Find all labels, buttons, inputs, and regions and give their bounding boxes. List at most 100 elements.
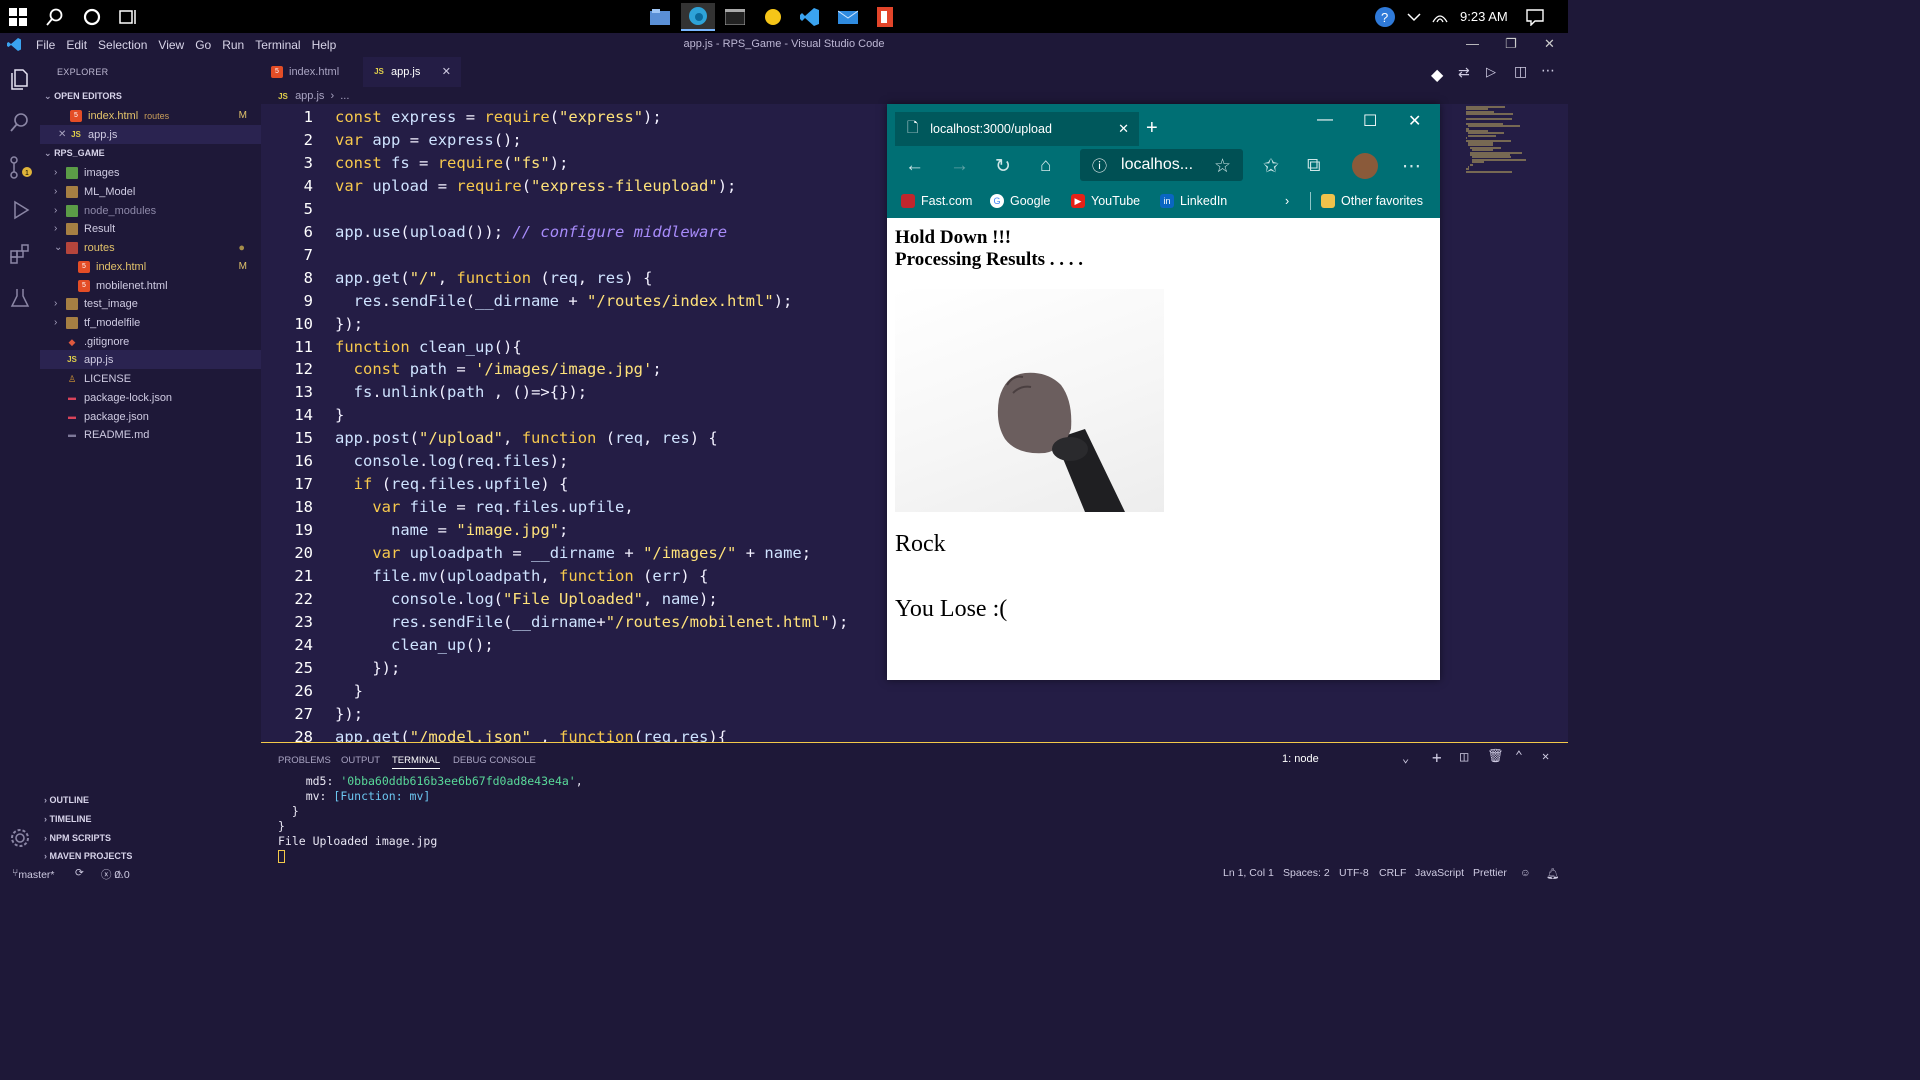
code-line[interactable]: res.sendFile(__dirname + "/routes/index.…	[335, 292, 793, 310]
panel-tab-output[interactable]: OUTPUT	[341, 755, 380, 766]
code-line[interactable]: var file = req.files.upfile,	[335, 498, 633, 516]
code-line[interactable]: });	[335, 705, 363, 723]
code-line[interactable]: }	[335, 406, 344, 424]
run-debug-icon[interactable]	[8, 199, 32, 223]
minimize-icon[interactable]: —	[1466, 36, 1479, 51]
formatter-status[interactable]: Prettier	[1473, 867, 1507, 879]
wifi-icon[interactable]	[1428, 5, 1452, 29]
tree-item-file[interactable]: ▬ package-lock.json	[40, 388, 261, 407]
sync-icon[interactable]: ⟳	[75, 867, 84, 879]
code-line[interactable]: var app = express();	[335, 131, 522, 149]
panel-tab-problems[interactable]: PROBLEMS	[278, 755, 331, 766]
close-icon[interactable]: ✕	[1408, 111, 1421, 131]
feedback-icon[interactable]: ☺	[1520, 867, 1531, 879]
outline-section[interactable]: › OUTLINE	[44, 795, 89, 805]
open-editors-section[interactable]: ⌄ OPEN EDITORS	[44, 91, 122, 102]
favorite-google[interactable]: G Google	[990, 194, 1050, 208]
mail-app-icon[interactable]	[831, 3, 865, 31]
code-line[interactable]: app.get("/model.json" , function(req,res…	[335, 728, 727, 742]
code-line[interactable]: name = "image.jpg";	[335, 521, 568, 539]
windows-start-icon[interactable]	[6, 5, 30, 29]
maven-projects-section[interactable]: › MAVEN PROJECTS	[44, 851, 132, 861]
extensions-icon[interactable]	[8, 243, 32, 267]
code-line[interactable]: fs.unlink(path , ()=>{});	[335, 383, 587, 401]
code-line[interactable]: app.post("/upload", function (req, res) …	[335, 429, 718, 447]
tree-item-folder[interactable]: › images	[40, 163, 261, 182]
back-icon[interactable]: ←	[905, 155, 924, 177]
favorite-linkedin[interactable]: in LinkedIn	[1160, 194, 1227, 208]
project-section[interactable]: ⌄ RPS_GAME	[44, 148, 105, 159]
tree-item-file[interactable]: ▬ package.json	[40, 407, 261, 426]
explorer-icon[interactable]	[8, 67, 32, 91]
close-icon[interactable]: ✕	[1544, 36, 1555, 52]
terminal-select[interactable]: 1: node	[1282, 753, 1319, 765]
open-editor-item[interactable]: 5 index.html routes M	[40, 106, 261, 125]
code-line[interactable]: function clean_up(){	[335, 338, 522, 356]
eol-status[interactable]: CRLF	[1379, 867, 1406, 879]
browser-tab[interactable]: 🗋 localhost:3000/upload ✕	[895, 112, 1139, 146]
system-clock[interactable]: 9:23 AM	[1460, 9, 1508, 24]
maximize-panel-icon[interactable]: ⌃	[1515, 749, 1523, 764]
tree-item-file[interactable]: 5 index.html M	[40, 257, 261, 276]
tree-item-folder[interactable]: › ML_Model	[40, 182, 261, 201]
home-icon[interactable]: ⌂	[1040, 155, 1051, 177]
favorite-youtube[interactable]: ▶ YouTube	[1071, 194, 1140, 208]
code-line[interactable]: });	[335, 315, 363, 333]
terminal-app-icon[interactable]	[718, 3, 752, 31]
emoji-app-icon[interactable]	[756, 3, 790, 31]
favorites-icon[interactable]: ✩	[1263, 155, 1279, 178]
code-line[interactable]: var uploadpath = __dirname + "/images/" …	[335, 544, 811, 562]
chevron-down-icon[interactable]: ⌄	[1402, 751, 1409, 765]
close-tab-icon[interactable]: ✕	[1118, 121, 1129, 137]
panel-tab-debug-console[interactable]: DEBUG CONSOLE	[453, 755, 536, 766]
open-editor-item[interactable]: ✕ JS app.js	[40, 125, 261, 144]
code-line[interactable]: console.log(req.files);	[335, 452, 569, 470]
code-line[interactable]: if (req.files.upfile) {	[335, 475, 569, 493]
forward-icon[interactable]: →	[950, 155, 969, 177]
tree-item-folder[interactable]: › node_modules	[40, 201, 261, 220]
more-actions-icon[interactable]: ⋯	[1541, 62, 1555, 79]
close-tab-icon[interactable]: ✕	[442, 65, 451, 78]
tab-index-html[interactable]: 5 index.html	[261, 57, 359, 87]
search-icon[interactable]	[43, 5, 67, 29]
kill-terminal-icon[interactable]: 🗑	[1487, 749, 1504, 764]
search-icon[interactable]	[8, 111, 32, 135]
code-line[interactable]: var upload = require("express-fileupload…	[335, 177, 736, 195]
tree-item-file[interactable]: 5 mobilenet.html	[40, 276, 261, 295]
testing-flask-icon[interactable]	[8, 287, 32, 311]
code-line[interactable]: file.mv(uploadpath, function (err) {	[335, 567, 708, 585]
code-line[interactable]: res.sendFile(__dirname+"/routes/mobilene…	[335, 613, 848, 631]
refresh-icon[interactable]: ↻	[995, 155, 1011, 178]
settings-gear-icon[interactable]	[8, 827, 32, 851]
tab-app-js[interactable]: JS app.js ✕	[363, 57, 461, 87]
avatar[interactable]	[1352, 153, 1378, 179]
restore-icon[interactable]: ❐	[1505, 36, 1517, 52]
chevron-right-icon[interactable]: ›	[1285, 194, 1289, 208]
code-line[interactable]: console.log("File Uploaded", name);	[335, 590, 718, 608]
indentation-status[interactable]: Spaces: 2	[1283, 867, 1330, 879]
code-line[interactable]: app.get("/", function (req, res) {	[335, 269, 652, 287]
new-tab-icon[interactable]: +	[1146, 117, 1158, 140]
timeline-section[interactable]: › TIMELINE	[44, 814, 92, 824]
tree-item-file[interactable]: ▬ README.md	[40, 425, 261, 444]
bell-icon[interactable]: 🔔︎	[1546, 867, 1559, 880]
code-line[interactable]: }	[335, 682, 363, 700]
split-terminal-icon[interactable]: ◫	[1460, 749, 1468, 765]
edge-browser-icon[interactable]	[681, 3, 715, 31]
other-favorites[interactable]: Other favorites	[1321, 194, 1423, 208]
file-explorer-icon[interactable]	[643, 3, 677, 31]
tree-item-folder[interactable]: › Result	[40, 219, 261, 238]
more-icon[interactable]: ⋯	[1402, 155, 1421, 178]
close-panel-icon[interactable]: ✕	[1542, 749, 1549, 763]
split-editor-icon[interactable]: ◫	[1514, 63, 1527, 80]
encoding-status[interactable]: UTF-8	[1339, 867, 1369, 879]
tree-item-file[interactable]: ♙ LICENSE	[40, 369, 261, 388]
code-line[interactable]: app.use(upload()); // configure middlewa…	[335, 223, 727, 241]
maximize-icon[interactable]: ☐	[1363, 111, 1377, 131]
open-changes-icon[interactable]: ◆	[1431, 65, 1443, 85]
code-line[interactable]: const express = require("express");	[335, 108, 662, 126]
code-line[interactable]: const fs = require("fs");	[335, 154, 568, 172]
task-view-icon[interactable]	[116, 5, 140, 29]
code-line[interactable]: clean_up();	[335, 636, 494, 654]
tree-item-folder[interactable]: › test_image	[40, 294, 261, 313]
